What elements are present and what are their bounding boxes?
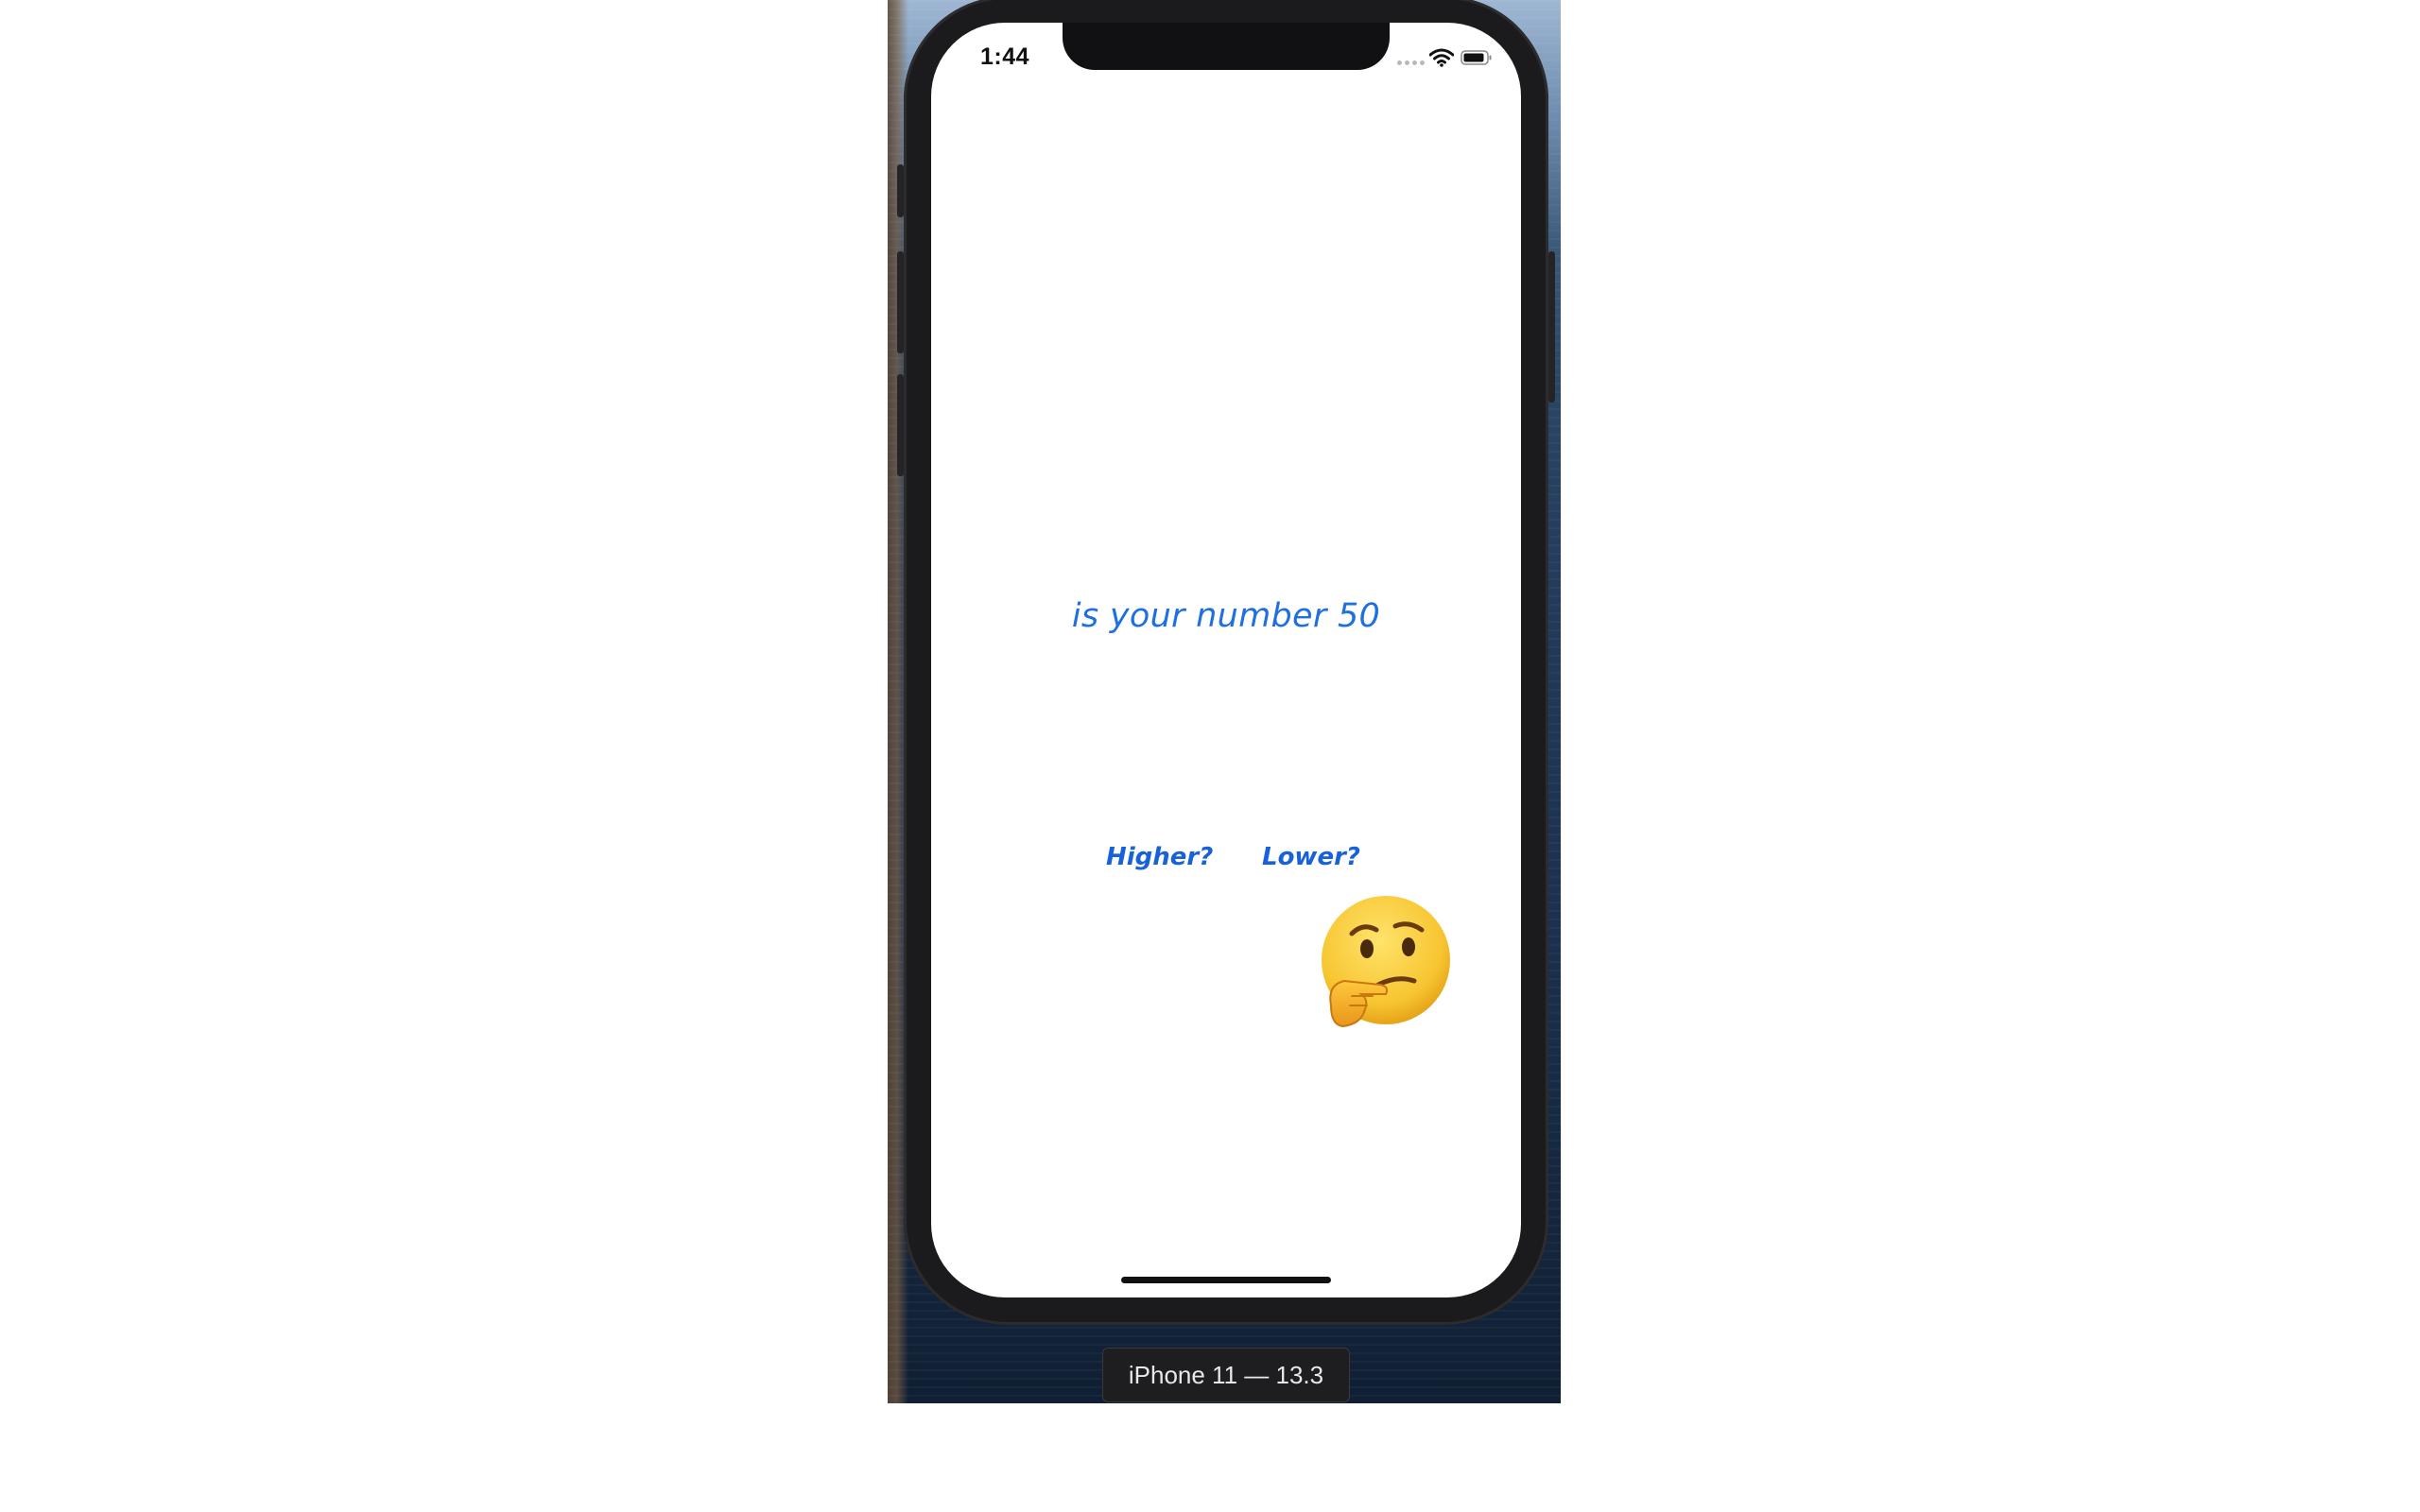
- status-bar-time: 1:44: [980, 43, 1030, 70]
- home-indicator[interactable]: [1121, 1277, 1331, 1283]
- power-button[interactable]: [1548, 251, 1555, 403]
- battery-icon: [1461, 50, 1492, 65]
- simulator-device-label: iPhone 11 — 13.3: [1102, 1348, 1350, 1402]
- volume-up-button[interactable]: [897, 251, 904, 353]
- desktop: 1:44 is your number 50 Higher? Lower? iP…: [0, 0, 2420, 1512]
- phone-screen: 1:44 is your number 50 Higher? Lower?: [931, 23, 1521, 1297]
- thinking-face-icon: [1322, 896, 1450, 1028]
- notch: [1063, 23, 1390, 70]
- volume-down-button[interactable]: [897, 374, 904, 476]
- higher-button[interactable]: Higher?: [1106, 843, 1213, 871]
- silent-switch: [897, 164, 904, 217]
- cellular-signal-icon: [1397, 60, 1425, 65]
- guess-question-label: is your number 50: [1071, 597, 1381, 635]
- wifi-icon: [1429, 48, 1454, 67]
- lower-button[interactable]: Lower?: [1262, 843, 1360, 871]
